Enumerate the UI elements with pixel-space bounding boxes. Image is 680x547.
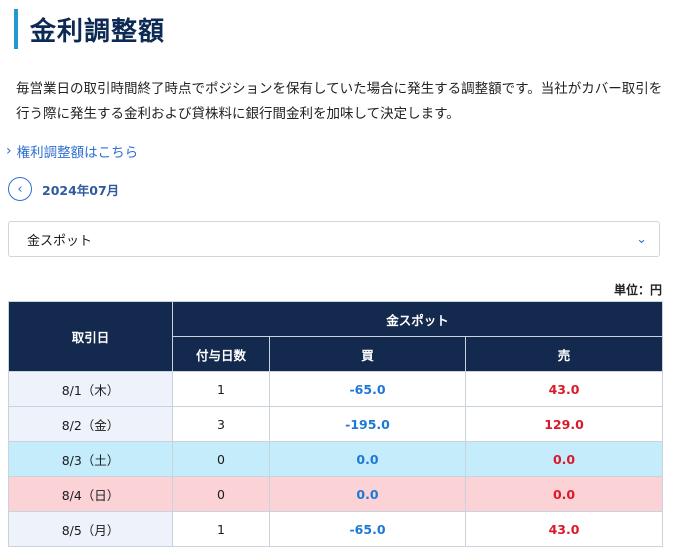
cell-sell: 0.0 [464, 476, 664, 512]
current-month: 2024年07月 [42, 182, 120, 198]
interest-adjustment-table: 取引日 金スポット 付与日数 買 売 8/1（木） 1 -65.0 43.0 8/2（金… [8, 301, 664, 547]
page-description: 毎営業日の取引時間終了時点でポジションを保有していた場合に発生する調整額です。当… [16, 81, 663, 122]
cell-sell: 43.0 [464, 371, 664, 407]
cell-trade-date: 8/3（土） [8, 441, 173, 477]
chevron-left-icon: ‹ [17, 181, 23, 197]
rights-adjustment-link[interactable]: › 権利調整額はこちら [6, 141, 138, 161]
table-row: 8/2（金） 3 -195.0 129.0 [8, 406, 664, 442]
cell-sell: 0.0 [464, 441, 664, 477]
cell-days: 3 [172, 406, 270, 442]
cell-days: 0 [172, 476, 270, 512]
table-row: 8/4（日） 0 0.0 0.0 [8, 476, 664, 512]
title-accent-bar [14, 9, 18, 49]
cell-sell: 129.0 [464, 406, 664, 442]
chevron-down-icon: ⌄ [636, 231, 647, 247]
cell-days: 0 [172, 441, 270, 477]
table-row: 8/3（土） 0 0.0 0.0 [8, 441, 664, 477]
previous-month-button[interactable]: ‹ [8, 177, 32, 201]
cell-sell: 43.0 [464, 511, 664, 547]
month-navigator: ‹ 2024年07月 [8, 177, 119, 201]
cell-trade-date: 8/4（日） [8, 476, 173, 512]
cell-trade-date: 8/2（金） [8, 406, 173, 442]
cell-trade-date: 8/5（月） [8, 511, 173, 547]
page-header: 金利調整額 [14, 8, 165, 50]
cell-buy: -195.0 [269, 406, 466, 442]
cell-days: 1 [172, 371, 270, 407]
header-buy: 買 [269, 336, 466, 372]
page-title: 金利調整額 [30, 16, 166, 47]
cell-days: 1 [172, 511, 270, 547]
cell-buy: -65.0 [269, 371, 466, 407]
chevron-right-icon: › [6, 143, 12, 159]
cell-trade-date: 8/1（木） [8, 371, 173, 407]
instrument-select[interactable]: 金スポット ⌄ [8, 221, 660, 257]
header-days: 付与日数 [172, 336, 270, 372]
table-row: 8/5（月） 1 -65.0 43.0 [8, 511, 664, 547]
header-trade-date: 取引日 [8, 301, 173, 372]
cell-buy: 0.0 [269, 441, 466, 477]
cell-buy: -65.0 [269, 511, 466, 547]
cell-buy: 0.0 [269, 476, 466, 512]
unit-label: 単位：円 [613, 283, 662, 297]
table-row: 8/1（木） 1 -65.0 43.0 [8, 371, 664, 407]
instrument-select-value: 金スポット [27, 233, 93, 249]
header-instrument-group: 金スポット [171, 301, 664, 337]
header-sell: 売 [464, 336, 664, 372]
rights-adjustment-link-label: 権利調整額はこちら [16, 145, 139, 161]
